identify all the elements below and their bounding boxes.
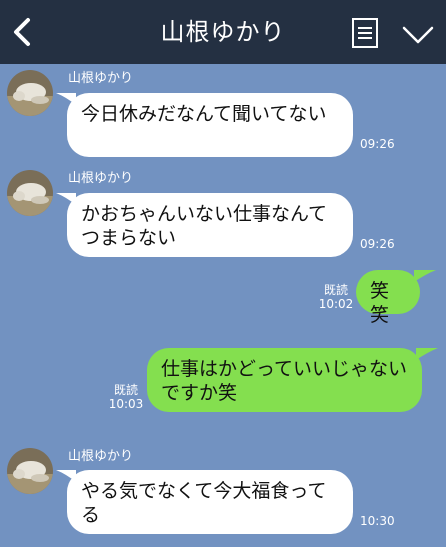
avatar[interactable] bbox=[7, 448, 53, 494]
bubble-tail bbox=[414, 270, 436, 282]
sender-name: 山根ゆかり bbox=[68, 171, 134, 186]
read-label: 既読 bbox=[323, 283, 348, 297]
message-bubble[interactable]: かおちゃんいない仕事なんてつまらない bbox=[67, 193, 353, 257]
notes-icon bbox=[352, 18, 378, 48]
message-bubble[interactable]: 笑笑 bbox=[356, 270, 420, 326]
message-time: 09:26 bbox=[360, 137, 395, 151]
bubble-tail bbox=[416, 348, 438, 360]
chat-title: 山根ゆかり bbox=[160, 18, 286, 46]
message-time: 10:30 bbox=[360, 514, 395, 528]
read-label: 既読 bbox=[113, 383, 138, 397]
avatar[interactable] bbox=[7, 170, 53, 216]
avatar-image bbox=[7, 170, 53, 216]
avatar-image bbox=[7, 448, 53, 494]
avatar[interactable] bbox=[7, 70, 53, 116]
chevron-down-icon bbox=[402, 26, 434, 44]
notes-button[interactable] bbox=[351, 17, 379, 49]
message-time: 09:26 bbox=[360, 237, 395, 251]
message-bubble[interactable]: 今日休みだなんて聞いてない bbox=[67, 93, 353, 157]
message-bubble[interactable]: 仕事はかどっていいじゃないですか笑 bbox=[147, 348, 422, 412]
message-bubble[interactable]: やる気でなくて今大福食ってる bbox=[67, 470, 353, 534]
collapse-button[interactable] bbox=[401, 22, 435, 48]
read-receipt: 既読 10:03 bbox=[108, 383, 144, 411]
message-time: 10:03 bbox=[108, 397, 144, 411]
message-time: 10:02 bbox=[318, 297, 354, 311]
read-receipt: 既読 10:02 bbox=[318, 283, 354, 311]
sender-name: 山根ゆかり bbox=[68, 71, 134, 86]
chat-header: 山根ゆかり bbox=[0, 0, 446, 64]
avatar-image bbox=[7, 70, 53, 116]
sender-name: 山根ゆかり bbox=[68, 449, 134, 464]
